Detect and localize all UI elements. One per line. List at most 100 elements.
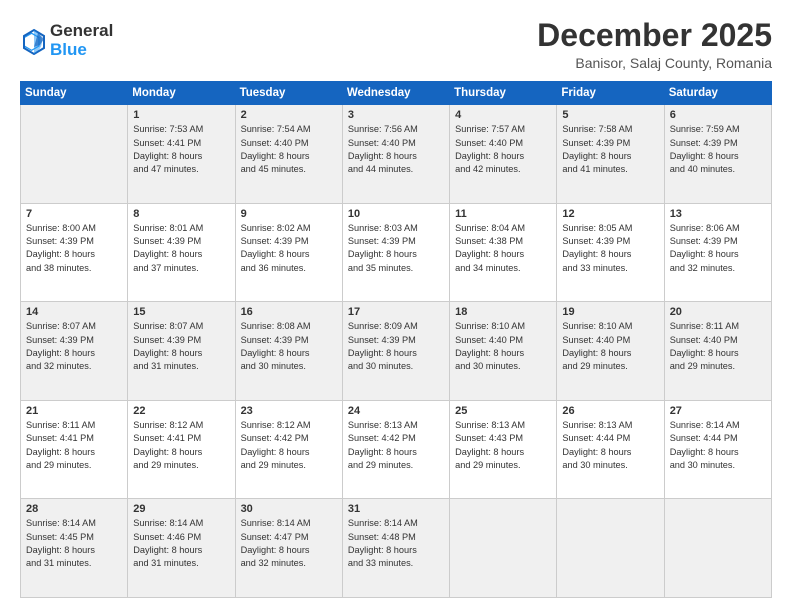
day-info: Sunrise: 8:08 AMSunset: 4:39 PMDaylight:… [241,320,337,373]
day-number: 9 [241,208,337,220]
day-number: 3 [348,109,444,121]
calendar-cell: 11 Sunrise: 8:04 AMSunset: 4:38 PMDayligh… [450,203,557,302]
calendar-cell: 15 Sunrise: 8:07 AMSunset: 4:39 PMDayligh… [128,302,235,401]
day-info: Sunrise: 7:58 AMSunset: 4:39 PMDaylight:… [562,123,658,176]
day-number: 12 [562,208,658,220]
calendar-cell: 25 Sunrise: 8:13 AMSunset: 4:43 PMDayligh… [450,400,557,499]
day-info: Sunrise: 8:14 AMSunset: 4:48 PMDaylight:… [348,517,444,570]
calendar-week-3: 14 Sunrise: 8:07 AMSunset: 4:39 PMDayligh… [21,302,772,401]
day-info: Sunrise: 8:14 AMSunset: 4:44 PMDaylight:… [670,419,766,472]
day-number: 14 [26,306,122,318]
logo: ⬡ General Blue [20,22,113,59]
calendar-cell [557,499,664,598]
weekday-header-monday: Monday [128,82,235,105]
calendar-cell: 7Sunrise: 8:00 AMSunset: 4:39 PMDaylight… [21,203,128,302]
day-info: Sunrise: 8:01 AMSunset: 4:39 PMDaylight:… [133,222,229,275]
month-title: December 2025 [537,18,772,53]
calendar-cell: 16 Sunrise: 8:08 AMSunset: 4:39 PMDayligh… [235,302,342,401]
calendar-week-1: 1 Sunrise: 7:53 AMSunset: 4:41 PMDaylight… [21,105,772,204]
calendar-cell: 24Sunrise: 8:13 AMSunset: 4:42 PMDayligh… [342,400,449,499]
calendar-cell: 12Sunrise: 8:05 AMSunset: 4:39 PMDayligh… [557,203,664,302]
day-info: Sunrise: 7:53 AMSunset: 4:41 PMDaylight:… [133,123,229,176]
day-info: Sunrise: 8:06 AMSunset: 4:39 PMDaylight:… [670,222,766,275]
day-info: Sunrise: 8:10 AMSunset: 4:40 PMDaylight:… [562,320,658,373]
calendar-week-2: 7Sunrise: 8:00 AMSunset: 4:39 PMDaylight… [21,203,772,302]
day-number: 19 [562,306,658,318]
day-info: Sunrise: 8:13 AMSunset: 4:42 PMDaylight:… [348,419,444,472]
location: Banisor, Salaj County, Romania [537,55,772,71]
calendar-cell: 19 Sunrise: 8:10 AMSunset: 4:40 PMDayligh… [557,302,664,401]
calendar-cell: 28Sunrise: 8:14 AMSunset: 4:45 PMDayligh… [21,499,128,598]
calendar-cell: 18Sunrise: 8:10 AMSunset: 4:40 PMDayligh… [450,302,557,401]
calendar-cell: 20 Sunrise: 8:11 AMSunset: 4:40 PMDayligh… [664,302,771,401]
logo-blue: Blue [50,41,113,60]
day-number: 22 [133,405,229,417]
day-info: Sunrise: 8:03 AMSunset: 4:39 PMDaylight:… [348,222,444,275]
calendar-cell: 10 Sunrise: 8:03 AMSunset: 4:39 PMDayligh… [342,203,449,302]
day-number: 6 [670,109,766,121]
day-number: 13 [670,208,766,220]
day-info: Sunrise: 8:14 AMSunset: 4:47 PMDaylight:… [241,517,337,570]
day-info: Sunrise: 8:10 AMSunset: 4:40 PMDaylight:… [455,320,551,373]
day-number: 11 [455,208,551,220]
day-info: Sunrise: 8:14 AMSunset: 4:46 PMDaylight:… [133,517,229,570]
day-number: 16 [241,306,337,318]
day-info: Sunrise: 8:02 AMSunset: 4:39 PMDaylight:… [241,222,337,275]
calendar-cell [450,499,557,598]
day-info: Sunrise: 8:11 AMSunset: 4:40 PMDaylight:… [670,320,766,373]
weekday-header-saturday: Saturday [664,82,771,105]
day-number: 1 [133,109,229,121]
calendar-cell [664,499,771,598]
day-number: 17 [348,306,444,318]
calendar-cell: 26Sunrise: 8:13 AMSunset: 4:44 PMDayligh… [557,400,664,499]
day-info: Sunrise: 7:59 AMSunset: 4:39 PMDaylight:… [670,123,766,176]
calendar-cell: 13 Sunrise: 8:06 AMSunset: 4:39 PMDayligh… [664,203,771,302]
day-info: Sunrise: 7:57 AMSunset: 4:40 PMDaylight:… [455,123,551,176]
calendar-cell: 6 Sunrise: 7:59 AMSunset: 4:39 PMDaylight… [664,105,771,204]
day-info: Sunrise: 8:11 AMSunset: 4:41 PMDaylight:… [26,419,122,472]
weekday-header-thursday: Thursday [450,82,557,105]
day-number: 31 [348,503,444,515]
day-number: 30 [241,503,337,515]
day-number: 28 [26,503,122,515]
weekday-header-friday: Friday [557,82,664,105]
calendar-cell: 14 Sunrise: 8:07 AMSunset: 4:39 PMDayligh… [21,302,128,401]
calendar-cell: 17 Sunrise: 8:09 AMSunset: 4:39 PMDayligh… [342,302,449,401]
day-number: 15 [133,306,229,318]
day-number: 27 [670,405,766,417]
day-info: Sunrise: 8:13 AMSunset: 4:43 PMDaylight:… [455,419,551,472]
day-number: 25 [455,405,551,417]
calendar-cell: 27 Sunrise: 8:14 AMSunset: 4:44 PMDayligh… [664,400,771,499]
day-number: 10 [348,208,444,220]
day-number: 23 [241,405,337,417]
calendar-cell: 31 Sunrise: 8:14 AMSunset: 4:48 PMDayligh… [342,499,449,598]
calendar-cell: 5 Sunrise: 7:58 AMSunset: 4:39 PMDaylight… [557,105,664,204]
header: ⬡ General Blue December 2025 Banisor, Sa… [20,18,772,71]
weekday-header-wednesday: Wednesday [342,82,449,105]
calendar-cell: 23Sunrise: 8:12 AMSunset: 4:42 PMDayligh… [235,400,342,499]
calendar-cell: 9 Sunrise: 8:02 AMSunset: 4:39 PMDaylight… [235,203,342,302]
calendar-cell: 22Sunrise: 8:12 AMSunset: 4:41 PMDayligh… [128,400,235,499]
weekday-header-sunday: Sunday [21,82,128,105]
calendar-cell: 3Sunrise: 7:56 AMSunset: 4:40 PMDaylight… [342,105,449,204]
calendar-header: SundayMondayTuesdayWednesdayThursdayFrid… [21,82,772,105]
day-info: Sunrise: 8:09 AMSunset: 4:39 PMDaylight:… [348,320,444,373]
calendar-cell: 1 Sunrise: 7:53 AMSunset: 4:41 PMDaylight… [128,105,235,204]
weekday-header-tuesday: Tuesday [235,82,342,105]
day-info: Sunrise: 8:04 AMSunset: 4:38 PMDaylight:… [455,222,551,275]
logo-general: General [50,22,113,41]
day-number: 4 [455,109,551,121]
day-number: 20 [670,306,766,318]
day-number: 2 [241,109,337,121]
calendar-cell: 4 Sunrise: 7:57 AMSunset: 4:40 PMDaylight… [450,105,557,204]
day-number: 7 [26,208,122,220]
day-number: 8 [133,208,229,220]
day-number: 5 [562,109,658,121]
day-number: 21 [26,405,122,417]
day-info: Sunrise: 8:07 AMSunset: 4:39 PMDaylight:… [26,320,122,373]
day-info: Sunrise: 7:54 AMSunset: 4:40 PMDaylight:… [241,123,337,176]
calendar-week-4: 21 Sunrise: 8:11 AMSunset: 4:41 PMDayligh… [21,400,772,499]
day-info: Sunrise: 8:07 AMSunset: 4:39 PMDaylight:… [133,320,229,373]
day-info: Sunrise: 8:13 AMSunset: 4:44 PMDaylight:… [562,419,658,472]
calendar-cell: 2 Sunrise: 7:54 AMSunset: 4:40 PMDaylight… [235,105,342,204]
